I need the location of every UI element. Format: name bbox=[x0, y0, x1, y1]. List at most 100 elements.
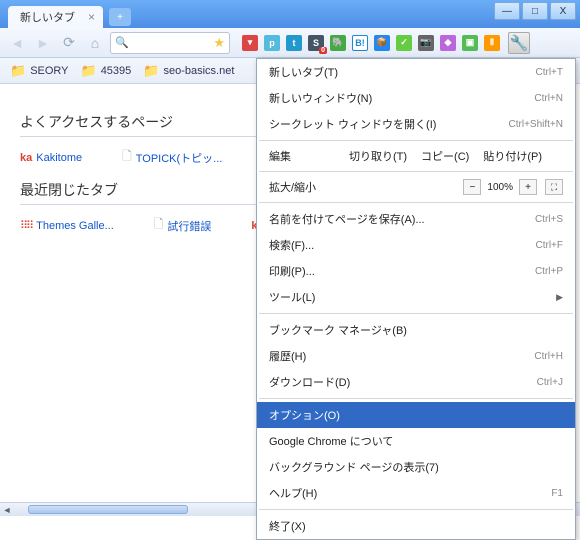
menu-label: 履歴(H) bbox=[269, 348, 306, 364]
home-button[interactable]: ⌂ bbox=[84, 32, 106, 54]
wrench-menu-button[interactable]: 🔧 bbox=[508, 32, 530, 54]
ext-icon[interactable]: 📷 bbox=[418, 35, 434, 51]
item-label: 試行錯誤 bbox=[167, 218, 211, 234]
ext-icon[interactable]: p bbox=[264, 35, 280, 51]
ext-icon[interactable]: B! bbox=[352, 35, 368, 51]
maximize-button[interactable]: □ bbox=[522, 2, 548, 20]
most-visited-item[interactable]: ka Kakitome bbox=[20, 147, 82, 168]
recent-item[interactable]: 🗋試行錯誤 bbox=[154, 215, 212, 236]
extension-icons: ▾ p t S0 🐘 B! 📦 ✓ 📷 ◆ ▣ Ⅱ bbox=[242, 35, 500, 51]
zoom-value: 100% bbox=[483, 182, 517, 193]
ext-icon[interactable]: ▾ bbox=[242, 35, 258, 51]
menu-cut[interactable]: 切り取り(T) bbox=[349, 148, 407, 164]
browser-tab[interactable]: 新しいタブ × bbox=[8, 6, 103, 28]
site-icon: ka bbox=[20, 152, 32, 164]
window-titlebar: 新しいタブ × + — □ X bbox=[0, 0, 580, 28]
menu-incognito[interactable]: シークレット ウィンドウを開く(I) Ctrl+Shift+N bbox=[257, 111, 575, 137]
close-window-button[interactable]: X bbox=[550, 2, 576, 20]
menu-label: シークレット ウィンドウを開く(I) bbox=[269, 116, 436, 132]
zoom-out-button[interactable]: − bbox=[463, 179, 481, 195]
new-tab-button[interactable]: + bbox=[109, 8, 131, 26]
ext-icon[interactable]: ▣ bbox=[462, 35, 478, 51]
recent-item[interactable]: ⠿⠿ Themes Galle... bbox=[20, 215, 114, 236]
bookmark-label: SEORY bbox=[30, 65, 68, 77]
back-button[interactable]: ◄ bbox=[6, 32, 28, 54]
window-controls: — □ X bbox=[494, 0, 580, 20]
menu-shortcut: Ctrl+H bbox=[534, 351, 563, 362]
menu-shortcut: Ctrl+S bbox=[535, 214, 563, 225]
menu-copy[interactable]: コピー(C) bbox=[421, 148, 469, 164]
reload-button[interactable]: ⟳ bbox=[58, 32, 80, 54]
bookmark-label: seo-basics.net bbox=[163, 65, 234, 77]
menu-downloads[interactable]: ダウンロード(D)Ctrl+J bbox=[257, 369, 575, 395]
menu-separator bbox=[259, 509, 573, 510]
page-icon: 🗋 bbox=[122, 147, 132, 168]
menu-find[interactable]: 検索(F)...Ctrl+F bbox=[257, 232, 575, 258]
page-icon: 🗋 bbox=[154, 215, 164, 236]
ext-icon[interactable]: 🐘 bbox=[330, 35, 346, 51]
menu-bookmark-manager[interactable]: ブックマーク マネージャ(B) bbox=[257, 317, 575, 343]
folder-icon: 📁 bbox=[81, 63, 97, 79]
menu-label: ブックマーク マネージャ(B) bbox=[269, 322, 407, 338]
menu-separator bbox=[259, 313, 573, 314]
menu-shortcut: Ctrl+Shift+N bbox=[509, 119, 563, 130]
menu-new-tab[interactable]: 新しいタブ(T)Ctrl+T bbox=[257, 59, 575, 85]
ext-icon[interactable]: S0 bbox=[308, 35, 324, 51]
minimize-button[interactable]: — bbox=[494, 2, 520, 20]
close-icon[interactable]: × bbox=[88, 10, 95, 24]
ext-icon[interactable]: Ⅱ bbox=[484, 35, 500, 51]
bookmark-label: 45395 bbox=[101, 65, 132, 77]
folder-icon: 📁 bbox=[143, 63, 159, 79]
tab-strip: 新しいタブ × + bbox=[0, 0, 494, 28]
grid-icon: ⠿⠿ bbox=[20, 219, 32, 232]
menu-paste[interactable]: 貼り付け(P) bbox=[483, 148, 542, 164]
item-label: Themes Galle... bbox=[36, 220, 114, 232]
item-label: Kakitome bbox=[36, 152, 82, 164]
menu-history[interactable]: 履歴(H) Ctrl+H bbox=[257, 343, 575, 369]
menu-zoom-row: 拡大/縮小 − 100% + ⛶ bbox=[257, 175, 575, 199]
menu-label: ヘルプ(H) bbox=[269, 485, 317, 501]
menu-tools[interactable]: ツール(L) ▶ bbox=[257, 284, 575, 310]
menu-label: 新しいタブ(T) bbox=[269, 64, 338, 80]
menu-label: 拡大/縮小 bbox=[269, 179, 341, 195]
menu-separator bbox=[259, 202, 573, 203]
fullscreen-button[interactable]: ⛶ bbox=[545, 179, 563, 195]
menu-label: Google Chrome について bbox=[269, 433, 393, 449]
menu-background-pages[interactable]: バックグラウンド ページの表示(7) bbox=[257, 454, 575, 480]
scroll-left-button[interactable]: ◄ bbox=[0, 503, 14, 516]
star-icon[interactable]: ★ bbox=[213, 35, 225, 51]
forward-button[interactable]: ► bbox=[32, 32, 54, 54]
chevron-right-icon: ▶ bbox=[556, 292, 563, 303]
menu-label: ツール(L) bbox=[269, 289, 315, 305]
badge: 0 bbox=[319, 47, 327, 54]
bookmark-folder[interactable]: 📁 seo-basics.net bbox=[143, 63, 234, 79]
address-bar[interactable]: 🔍 ★ bbox=[110, 32, 230, 54]
menu-shortcut: Ctrl+J bbox=[537, 377, 563, 388]
menu-exit[interactable]: 終了(X) bbox=[257, 513, 575, 539]
ext-icon[interactable]: 📦 bbox=[374, 35, 390, 51]
ext-icon[interactable]: ◆ bbox=[440, 35, 456, 51]
menu-separator bbox=[259, 171, 573, 172]
menu-about[interactable]: Google Chrome について bbox=[257, 428, 575, 454]
most-visited-item[interactable]: 🗋TOPICK(トピッ... bbox=[122, 147, 222, 168]
menu-label: 終了(X) bbox=[269, 518, 306, 534]
menu-new-window[interactable]: 新しいウィンドウ(N)Ctrl+N bbox=[257, 85, 575, 111]
scrollbar-thumb[interactable] bbox=[28, 505, 188, 514]
menu-options[interactable]: オプション(O) bbox=[257, 402, 575, 428]
tab-title: 新しいタブ bbox=[20, 9, 75, 25]
menu-label: 名前を付けてページを保存(A)... bbox=[269, 211, 425, 227]
menu-label: バックグラウンド ページの表示(7) bbox=[269, 459, 439, 475]
ext-icon[interactable]: t bbox=[286, 35, 302, 51]
zoom-in-button[interactable]: + bbox=[519, 179, 537, 195]
menu-save-as[interactable]: 名前を付けてページを保存(A)... Ctrl+S bbox=[257, 206, 575, 232]
search-icon: 🔍 bbox=[115, 36, 129, 49]
bookmark-folder[interactable]: 📁 45395 bbox=[81, 63, 132, 79]
menu-help[interactable]: ヘルプ(H)F1 bbox=[257, 480, 575, 506]
ext-icon[interactable]: ✓ bbox=[396, 35, 412, 51]
menu-shortcut: Ctrl+P bbox=[535, 266, 563, 277]
menu-print[interactable]: 印刷(P)...Ctrl+P bbox=[257, 258, 575, 284]
item-label: TOPICK(トピッ... bbox=[136, 150, 223, 166]
menu-separator bbox=[259, 398, 573, 399]
bookmark-folder[interactable]: 📁SEORY bbox=[10, 63, 69, 79]
menu-shortcut: Ctrl+F bbox=[536, 240, 564, 251]
